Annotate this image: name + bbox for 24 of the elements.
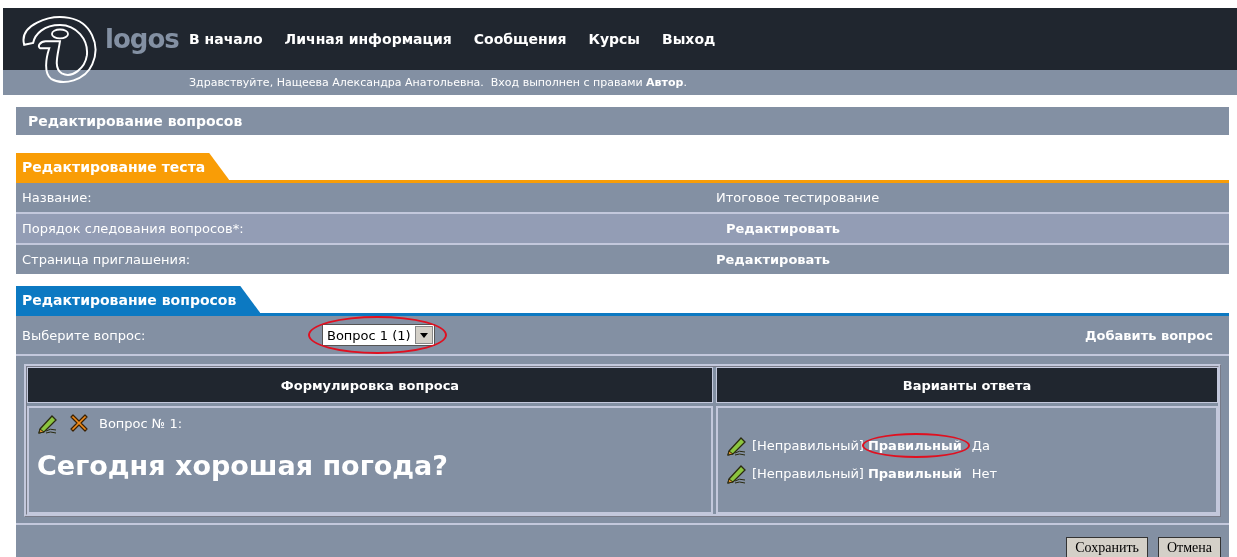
- field-label: Выберите вопрос:: [22, 327, 147, 343]
- column-header: Варианты ответа: [716, 367, 1218, 403]
- question-number: Вопрос № 1:: [99, 415, 183, 431]
- field-value: Итоговое тестирование: [716, 190, 880, 205]
- nav-link[interactable]: В начало: [189, 31, 263, 47]
- delete-icon[interactable]: [69, 413, 89, 433]
- field-label: Страница приглашения:: [22, 252, 192, 267]
- greeting-text: Здравствуйте, Нащеева Александра Анатольевна. Вход выполнен с правами Автор.: [189, 76, 687, 89]
- dropdown-arrow-icon: [419, 332, 428, 338]
- form-button[interactable]: Сохранить: [1066, 537, 1148, 557]
- page-title: Редактирование вопросов: [28, 113, 243, 129]
- field-label: Название:: [22, 190, 93, 205]
- nav-link[interactable]: Курсы: [588, 31, 641, 47]
- column-header: Формулировка вопроса: [27, 367, 713, 403]
- field-label: Порядок следования вопросов*:: [22, 221, 245, 236]
- question-text: Сегодня хорошая погода?: [37, 450, 449, 481]
- answer-text: Да: [971, 437, 990, 453]
- answer-text: Нет: [971, 465, 998, 481]
- nav-link[interactable]: Личная информация: [284, 31, 452, 47]
- nav-link[interactable]: Сообщения: [473, 31, 567, 47]
- nav-link[interactable]: Выход: [662, 31, 716, 47]
- question-select[interactable]: Вопрос 1 (1): [322, 324, 435, 346]
- form-button[interactable]: Отмена: [1158, 537, 1221, 557]
- logo-text: logos: [105, 24, 179, 54]
